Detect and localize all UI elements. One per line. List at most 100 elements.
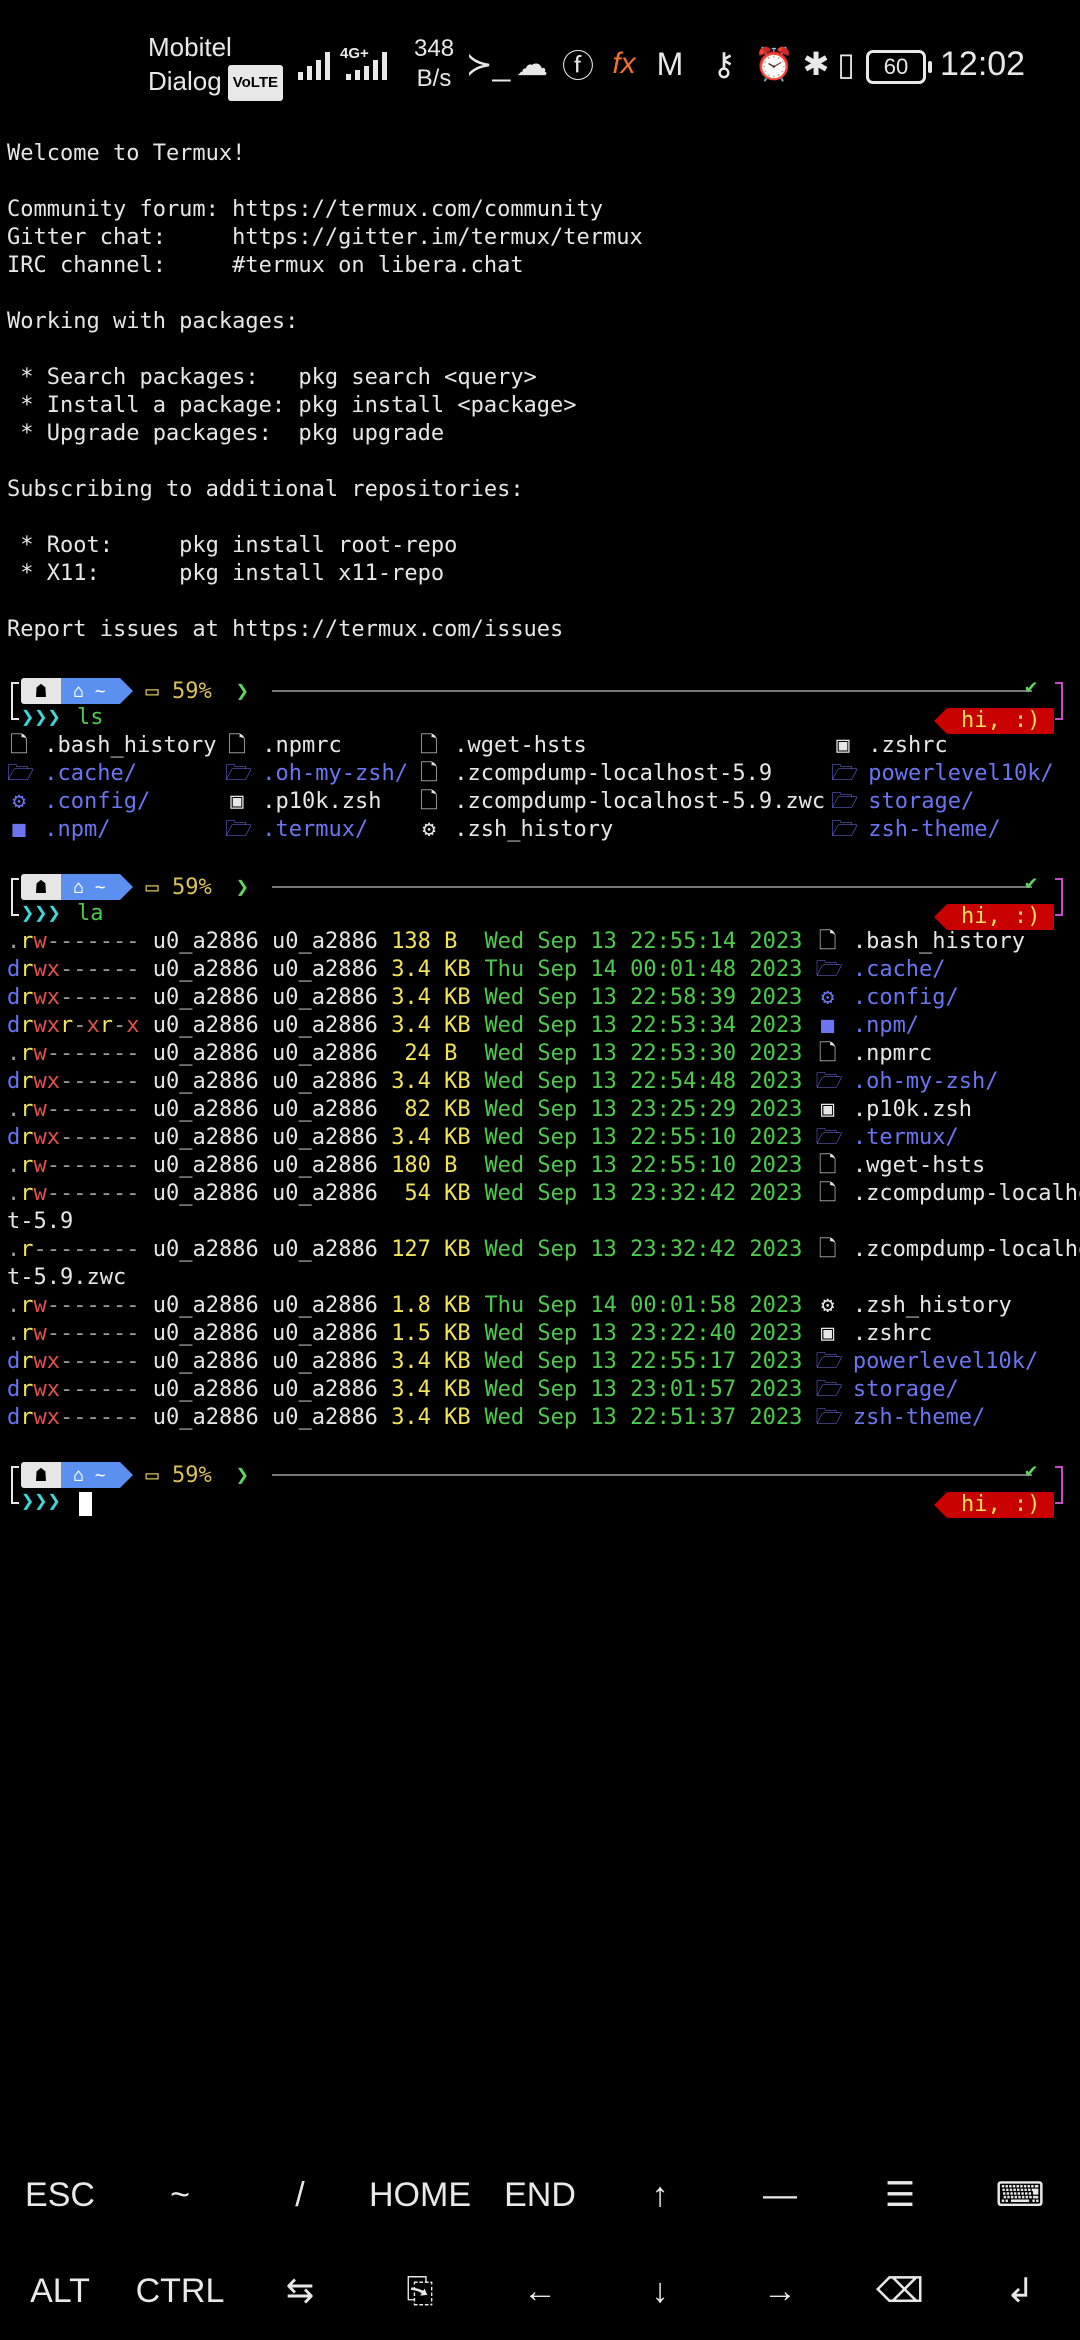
greeting-badge: hi, :) — [933, 904, 1055, 930]
la-row: .rw------- u0_a2886 u0_a2886 180 B Wed S… — [7, 1152, 985, 1180]
ls-entry-name: storage/ — [868, 789, 975, 814]
keyboard-key[interactable]: ⌨ — [960, 2150, 1080, 2240]
paste-key[interactable]: ⎘ — [360, 2246, 480, 2336]
la-group: u0_a2886 — [271, 1013, 378, 1038]
motd-line: * Install a package: pkg install <packag… — [7, 393, 577, 418]
la-row: drwx------ u0_a2886 u0_a2886 3.4 KB Wed … — [7, 984, 959, 1012]
ls-entry-name: powerlevel10k/ — [868, 761, 1054, 786]
la-user: u0_a2886 — [152, 1013, 259, 1038]
la-permissions: .rw------- — [7, 1153, 140, 1178]
la-row: drwxr-xr-x u0_a2886 u0_a2886 3.4 KB Wed … — [7, 1012, 919, 1040]
signal-1-icon — [298, 48, 330, 80]
file-icon: 🗋 — [818, 1153, 837, 1178]
la-user: u0_a2886 — [152, 1097, 259, 1122]
prompt-caret: ❯❯❯ — [21, 1489, 61, 1514]
la-group: u0_a2886 — [271, 1377, 378, 1402]
ls-entry: ■ .npm/ — [7, 816, 110, 844]
la-row: .rw------- u0_a2886 u0_a2886 1.5 KB Wed … — [7, 1320, 932, 1348]
terminal-cursor[interactable] — [79, 1492, 92, 1516]
tab-key[interactable]: ⇆ — [240, 2246, 360, 2336]
volte-badge: VoLTE — [227, 65, 283, 102]
dash-key[interactable]: — — [720, 2150, 840, 2240]
home-icon: ⌂ — [73, 876, 84, 898]
end-key[interactable]: END — [480, 2150, 600, 2240]
la-permissions: .r-------- — [7, 1237, 140, 1262]
la-size: 1.8 KB — [391, 1293, 471, 1318]
folder-icon: 🗁 — [815, 957, 843, 982]
up-arrow-key[interactable]: ↑ — [600, 2150, 720, 2240]
alt-key[interactable]: ALT — [0, 2246, 120, 2336]
la-name: .bash_history — [852, 929, 1026, 954]
ls-entry: 🗁 zsh-theme/ — [831, 816, 1001, 844]
la-name: .zshrc — [852, 1321, 933, 1346]
la-row: drwx------ u0_a2886 u0_a2886 3.4 KB Wed … — [7, 1376, 959, 1404]
slash-key[interactable]: / — [240, 2150, 360, 2240]
command-ls: ls — [77, 705, 104, 730]
file-icon: 🗋 — [10, 733, 28, 758]
la-name: .wget-hsts — [852, 1153, 986, 1178]
la-user: u0_a2886 — [152, 985, 259, 1010]
backspace-key[interactable]: ⌫ — [840, 2246, 960, 2336]
la-permissions: drwx------ — [7, 1405, 140, 1430]
right-arrow-key[interactable]: → — [720, 2246, 840, 2336]
config-folder-icon: ⚙ — [12, 789, 26, 814]
settings-icon: ⚙ — [820, 1293, 835, 1318]
android-icon: ☗ — [21, 874, 61, 900]
file-icon: 🗋 — [818, 929, 837, 954]
la-size: 127 KB — [391, 1237, 471, 1262]
folder-icon: 🗁 — [7, 761, 35, 786]
motd-line: Community forum: https://termux.com/comm… — [7, 197, 604, 222]
battery-icon: ▭ — [145, 874, 159, 900]
ctrl-key[interactable]: CTRL — [120, 2246, 240, 2336]
menu-key[interactable]: ☰ — [840, 2150, 960, 2240]
cloud-icon: ☁ — [516, 46, 548, 82]
ls-entry: 🗁 storage/ — [831, 788, 974, 816]
la-date: Wed Sep 13 23:01:57 2023 — [484, 1377, 803, 1402]
la-name: .cache/ — [852, 957, 946, 982]
la-group: u0_a2886 — [271, 1069, 378, 1094]
ls-entry-name: .p10k.zsh — [262, 789, 382, 814]
la-group: u0_a2886 — [271, 1237, 378, 1262]
folder-icon: 🗁 — [815, 1377, 843, 1402]
ls-entry-name: .cache/ — [44, 761, 137, 786]
npm-folder-icon: ■ — [12, 817, 26, 842]
la-row: drwx------ u0_a2886 u0_a2886 3.4 KB Wed … — [7, 1124, 959, 1152]
file-icon: 🗋 — [818, 1041, 837, 1066]
la-name: powerlevel10k/ — [852, 1349, 1039, 1374]
file-icon: 🗋 — [420, 733, 438, 758]
facebook-icon: ⓕ — [561, 48, 594, 84]
prompt-caret: ❯❯❯ — [21, 705, 61, 730]
script-icon: ▣ — [230, 789, 244, 814]
folder-icon: 🗁 — [815, 1125, 843, 1150]
prompt-battery: 59% — [172, 1462, 212, 1488]
success-check-icon: ✔ — [1025, 1458, 1038, 1482]
la-date: Wed Sep 13 23:22:40 2023 — [484, 1321, 803, 1346]
left-arrow-key[interactable]: ← — [480, 2246, 600, 2336]
home-icon: ⌂ — [73, 680, 84, 702]
tilde-key[interactable]: ~ — [120, 2150, 240, 2240]
ls-entry-name: .config/ — [44, 789, 151, 814]
la-row: .rw------- u0_a2886 u0_a2886 1.8 KB Thu … — [7, 1292, 1012, 1320]
la-user: u0_a2886 — [152, 1041, 259, 1066]
la-name: storage/ — [852, 1377, 959, 1402]
la-user: u0_a2886 — [152, 1321, 259, 1346]
home-key[interactable]: HOME — [360, 2150, 480, 2240]
esc-key[interactable]: ESC — [0, 2150, 120, 2240]
enter-key[interactable]: ↲ — [960, 2246, 1080, 2336]
la-group: u0_a2886 — [271, 1293, 378, 1318]
ls-entry-name: zsh-theme/ — [868, 817, 1001, 842]
ls-entry: 🗁 powerlevel10k/ — [831, 760, 1054, 788]
battery-icon: ▭ — [145, 1462, 159, 1488]
ls-entry-name: .npmrc — [262, 733, 342, 758]
prompt-1: ☗ ⌂ ~ ▭ 59% ❯ ✔ ❯❯❯ ls hi, :) — [7, 672, 1077, 734]
ls-entry: 🗋 .npmrc — [225, 732, 342, 760]
la-date: Wed Sep 13 23:25:29 2023 — [484, 1097, 803, 1122]
ls-entry: ▣ .zshrc — [831, 732, 947, 760]
la-size: 54 KB — [391, 1181, 471, 1206]
down-arrow-key[interactable]: ↓ — [600, 2246, 720, 2336]
la-user: u0_a2886 — [152, 1405, 259, 1430]
prompt-3: ☗ ⌂ ~ ▭ 59% ❯ ✔ ❯❯❯ hi, :) — [7, 1456, 1077, 1518]
folder-icon: 🗁 — [815, 1349, 843, 1374]
la-group: u0_a2886 — [271, 1349, 378, 1374]
la-permissions: .rw------- — [7, 1321, 140, 1346]
